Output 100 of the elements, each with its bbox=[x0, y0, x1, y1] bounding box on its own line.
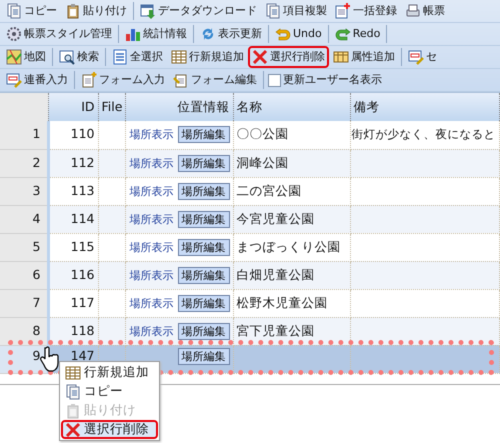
row-number: 7 bbox=[0, 289, 48, 317]
column-header[interactable]: File bbox=[98, 93, 125, 121]
table-cell: 114 bbox=[48, 205, 98, 233]
clipboard-plus-icon bbox=[81, 72, 97, 88]
table-row[interactable]: 8 118 場所表示 場所編集 宮下児童公園 bbox=[0, 317, 500, 345]
edit-location-button[interactable]: 場所編集 bbox=[178, 154, 230, 172]
delete-x-icon bbox=[252, 49, 268, 65]
table-row[interactable]: 7 117 場所表示 場所編集 松野木児童公園 bbox=[0, 289, 500, 317]
menu-item[interactable]: 選択行削除 bbox=[61, 420, 158, 439]
toolbar-button[interactable]: 行新規追加 bbox=[167, 46, 248, 68]
row-number: 3 bbox=[0, 177, 48, 205]
form-pencil-icon bbox=[408, 49, 424, 65]
delete-x-icon bbox=[65, 422, 81, 438]
edit-location-button[interactable]: 場所編集 bbox=[178, 126, 230, 144]
table-cell: まつぼっくり公園 bbox=[233, 233, 350, 261]
edit-location-button[interactable]: 場所編集 bbox=[178, 266, 230, 284]
table-cell: 〇〇公園 bbox=[233, 121, 350, 149]
edit-location-button[interactable]: 場所編集 bbox=[178, 182, 230, 200]
column-header[interactable]: 備考 bbox=[350, 93, 500, 121]
toolbar-button[interactable]: 連番入力 bbox=[2, 69, 72, 91]
table-cell: 116 bbox=[48, 261, 98, 289]
toolbar-button[interactable]: Undo bbox=[271, 23, 326, 45]
edit-location-button[interactable]: 場所編集 bbox=[178, 210, 230, 228]
column-header[interactable]: ID bbox=[48, 93, 98, 121]
table-row[interactable]: 6 116 場所表示 場所編集 白畑児童公園 bbox=[0, 261, 500, 289]
table-cell: 洞峰公園 bbox=[233, 149, 350, 177]
toolbar-button[interactable]: フォーム入力 bbox=[77, 69, 169, 91]
show-location-link[interactable]: 場所表示 bbox=[130, 128, 174, 142]
toolbar-button[interactable]: 表示更新 bbox=[196, 23, 266, 45]
table-cell: 松野木児童公園 bbox=[233, 289, 350, 317]
row-number: 2 bbox=[0, 149, 48, 177]
download-icon bbox=[140, 3, 156, 19]
toolbar-button[interactable]: 項目複製 bbox=[261, 0, 331, 22]
table-cell: 二の宮公園 bbox=[233, 177, 350, 205]
bar-chart-icon bbox=[125, 26, 141, 42]
edit-location-button[interactable]: 場所編集 bbox=[178, 322, 230, 340]
checkbox[interactable] bbox=[268, 74, 281, 86]
table-cell: 白畑児童公園 bbox=[233, 261, 350, 289]
toolbar-button[interactable]: セ bbox=[404, 46, 441, 68]
column-header[interactable]: 名称 bbox=[233, 93, 350, 121]
map-icon bbox=[6, 49, 22, 65]
clipboard-pencil-icon bbox=[173, 72, 189, 88]
redo-arrow-icon bbox=[334, 26, 351, 42]
table-cell: 宮下児童公園 bbox=[233, 317, 350, 345]
column-header[interactable]: 位置情報 bbox=[125, 93, 233, 121]
table-row[interactable]: 1 110 場所表示 場所編集 〇〇公園 街灯が少なく、夜になると bbox=[0, 121, 500, 149]
checkbox-label: 更新ユーザー名表示 bbox=[283, 72, 382, 88]
toolbar-button[interactable]: 帳票スタイル管理 bbox=[2, 23, 116, 45]
edit-location-button[interactable]: 場所編集 bbox=[178, 238, 230, 256]
edit-location-button[interactable]: 場所編集 bbox=[178, 348, 230, 364]
row-number: 1 bbox=[0, 121, 48, 149]
toolbar-button[interactable]: 属性追加 bbox=[329, 46, 399, 68]
menu-item[interactable]: コピー bbox=[61, 382, 158, 401]
columns-icon bbox=[333, 49, 349, 65]
edit-location-button[interactable]: 場所編集 bbox=[178, 294, 230, 312]
row-number: 6 bbox=[0, 261, 48, 289]
show-location-link[interactable]: 場所表示 bbox=[130, 156, 174, 170]
table-row[interactable]: 4 114 場所表示 場所編集 今宮児童公園 bbox=[0, 205, 500, 233]
toolbar-button[interactable]: データダウンロード bbox=[136, 0, 261, 22]
table-icon bbox=[65, 364, 81, 380]
toolbar-button[interactable]: 帳票 bbox=[401, 0, 449, 22]
show-location-link[interactable]: 場所表示 bbox=[130, 296, 174, 310]
table-row[interactable]: 5 115 場所表示 場所編集 まつぼっくり公園 bbox=[0, 233, 500, 261]
refresh-icon bbox=[200, 26, 216, 42]
row-number: 8 bbox=[0, 317, 48, 345]
table-cell: 今宮児童公園 bbox=[233, 205, 350, 233]
show-location-link[interactable]: 場所表示 bbox=[130, 184, 174, 198]
toolbar-button[interactable]: 検索 bbox=[55, 46, 103, 68]
table-row[interactable]: 2 112 場所表示 場所編集 洞峰公園 bbox=[0, 149, 500, 177]
document-icon bbox=[265, 3, 281, 19]
row-number: 5 bbox=[0, 233, 48, 261]
toolbar-button[interactable]: フォーム編集 bbox=[169, 69, 261, 91]
show-location-link[interactable]: 場所表示 bbox=[130, 212, 174, 226]
clipboard-icon bbox=[65, 402, 81, 418]
printer-icon bbox=[405, 3, 421, 19]
table-cell: 118 bbox=[48, 317, 98, 345]
table-icon bbox=[171, 49, 187, 65]
table-row[interactable]: 3 113 場所表示 場所編集 二の宮公園 bbox=[0, 177, 500, 205]
search-icon bbox=[59, 49, 75, 65]
toolbar-button[interactable]: 選択行削除 bbox=[248, 46, 329, 68]
table-cell: 117 bbox=[48, 289, 98, 317]
show-location-link[interactable]: 場所表示 bbox=[130, 324, 174, 338]
form-plus-icon bbox=[335, 3, 351, 19]
document-icon bbox=[6, 3, 22, 19]
toolbar-button[interactable]: コピー bbox=[2, 0, 61, 22]
toolbar-button[interactable]: 全選択 bbox=[108, 46, 167, 68]
clipboard-icon bbox=[65, 3, 81, 19]
toolbar-button[interactable]: 一括登録 bbox=[331, 0, 401, 22]
toolbar-button[interactable]: 貼り付け bbox=[61, 0, 131, 22]
toolbar-button[interactable]: Redo bbox=[330, 23, 384, 45]
toolbar-button[interactable]: 地図 bbox=[2, 46, 50, 68]
show-location-link[interactable]: 場所表示 bbox=[130, 240, 174, 254]
table-cell: 街灯が少なく、夜になると bbox=[350, 121, 500, 149]
toolbar-button[interactable]: 統計情報 bbox=[121, 23, 191, 45]
list-icon bbox=[112, 49, 128, 65]
gear-icon bbox=[6, 26, 22, 42]
table-cell: 113 bbox=[48, 177, 98, 205]
show-location-link[interactable]: 場所表示 bbox=[130, 268, 174, 282]
document-icon bbox=[65, 384, 81, 400]
table-cell: 115 bbox=[48, 233, 98, 261]
